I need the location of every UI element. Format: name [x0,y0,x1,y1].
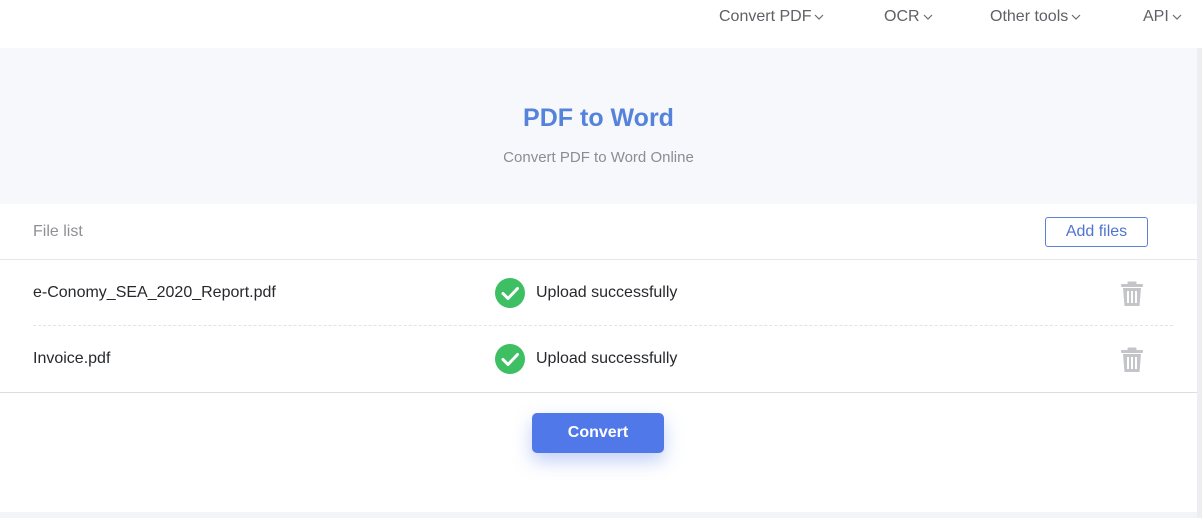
trash-icon[interactable] [1120,347,1144,373]
file-name: Invoice.pdf [33,350,111,367]
file-row: Invoice.pdf Upload successfully [33,326,1173,392]
nav-label: API [1143,8,1169,25]
trash-icon[interactable] [1120,281,1144,307]
file-list-label: File list [33,223,83,240]
check-circle-icon [495,344,525,374]
chevron-down-icon [1071,14,1081,20]
chevron-down-icon [923,14,932,20]
nav-api[interactable]: API [1143,0,1182,34]
file-panel-header: File list Add files [0,204,1197,260]
hero-banner: PDF to Word Convert PDF to Word Online [0,48,1202,204]
divider [0,392,1197,393]
file-panel: File list Add files e-Conomy_SEA_2020_Re… [0,204,1197,512]
page-subtitle: Convert PDF to Word Online [503,149,694,166]
page-title: PDF to Word [523,104,674,132]
chevron-down-icon [1172,14,1182,20]
nav-ocr[interactable]: OCR [884,0,933,34]
nav-label: Other tools [990,8,1069,25]
upload-status: Upload successfully [536,284,678,301]
file-row: e-Conomy_SEA_2020_Report.pdf Upload succ… [33,260,1173,326]
nav-label: Convert PDF [719,8,812,25]
convert-button[interactable]: Convert [532,413,664,453]
upload-status: Upload successfully [536,350,678,367]
nav-other-tools[interactable]: Other tools [990,0,1081,34]
nav-convert-pdf[interactable]: Convert PDF [719,0,824,34]
nav-label: OCR [884,8,920,25]
chevron-down-icon [815,14,824,20]
scrollbar-track[interactable] [1197,48,1202,518]
add-files-button[interactable]: Add files [1045,217,1148,247]
top-nav: Convert PDF OCR Other tools API [0,0,1202,48]
file-name: e-Conomy_SEA_2020_Report.pdf [33,284,276,301]
check-circle-icon [495,278,525,308]
page: Convert PDF OCR Other tools API PDF to W… [0,0,1202,518]
